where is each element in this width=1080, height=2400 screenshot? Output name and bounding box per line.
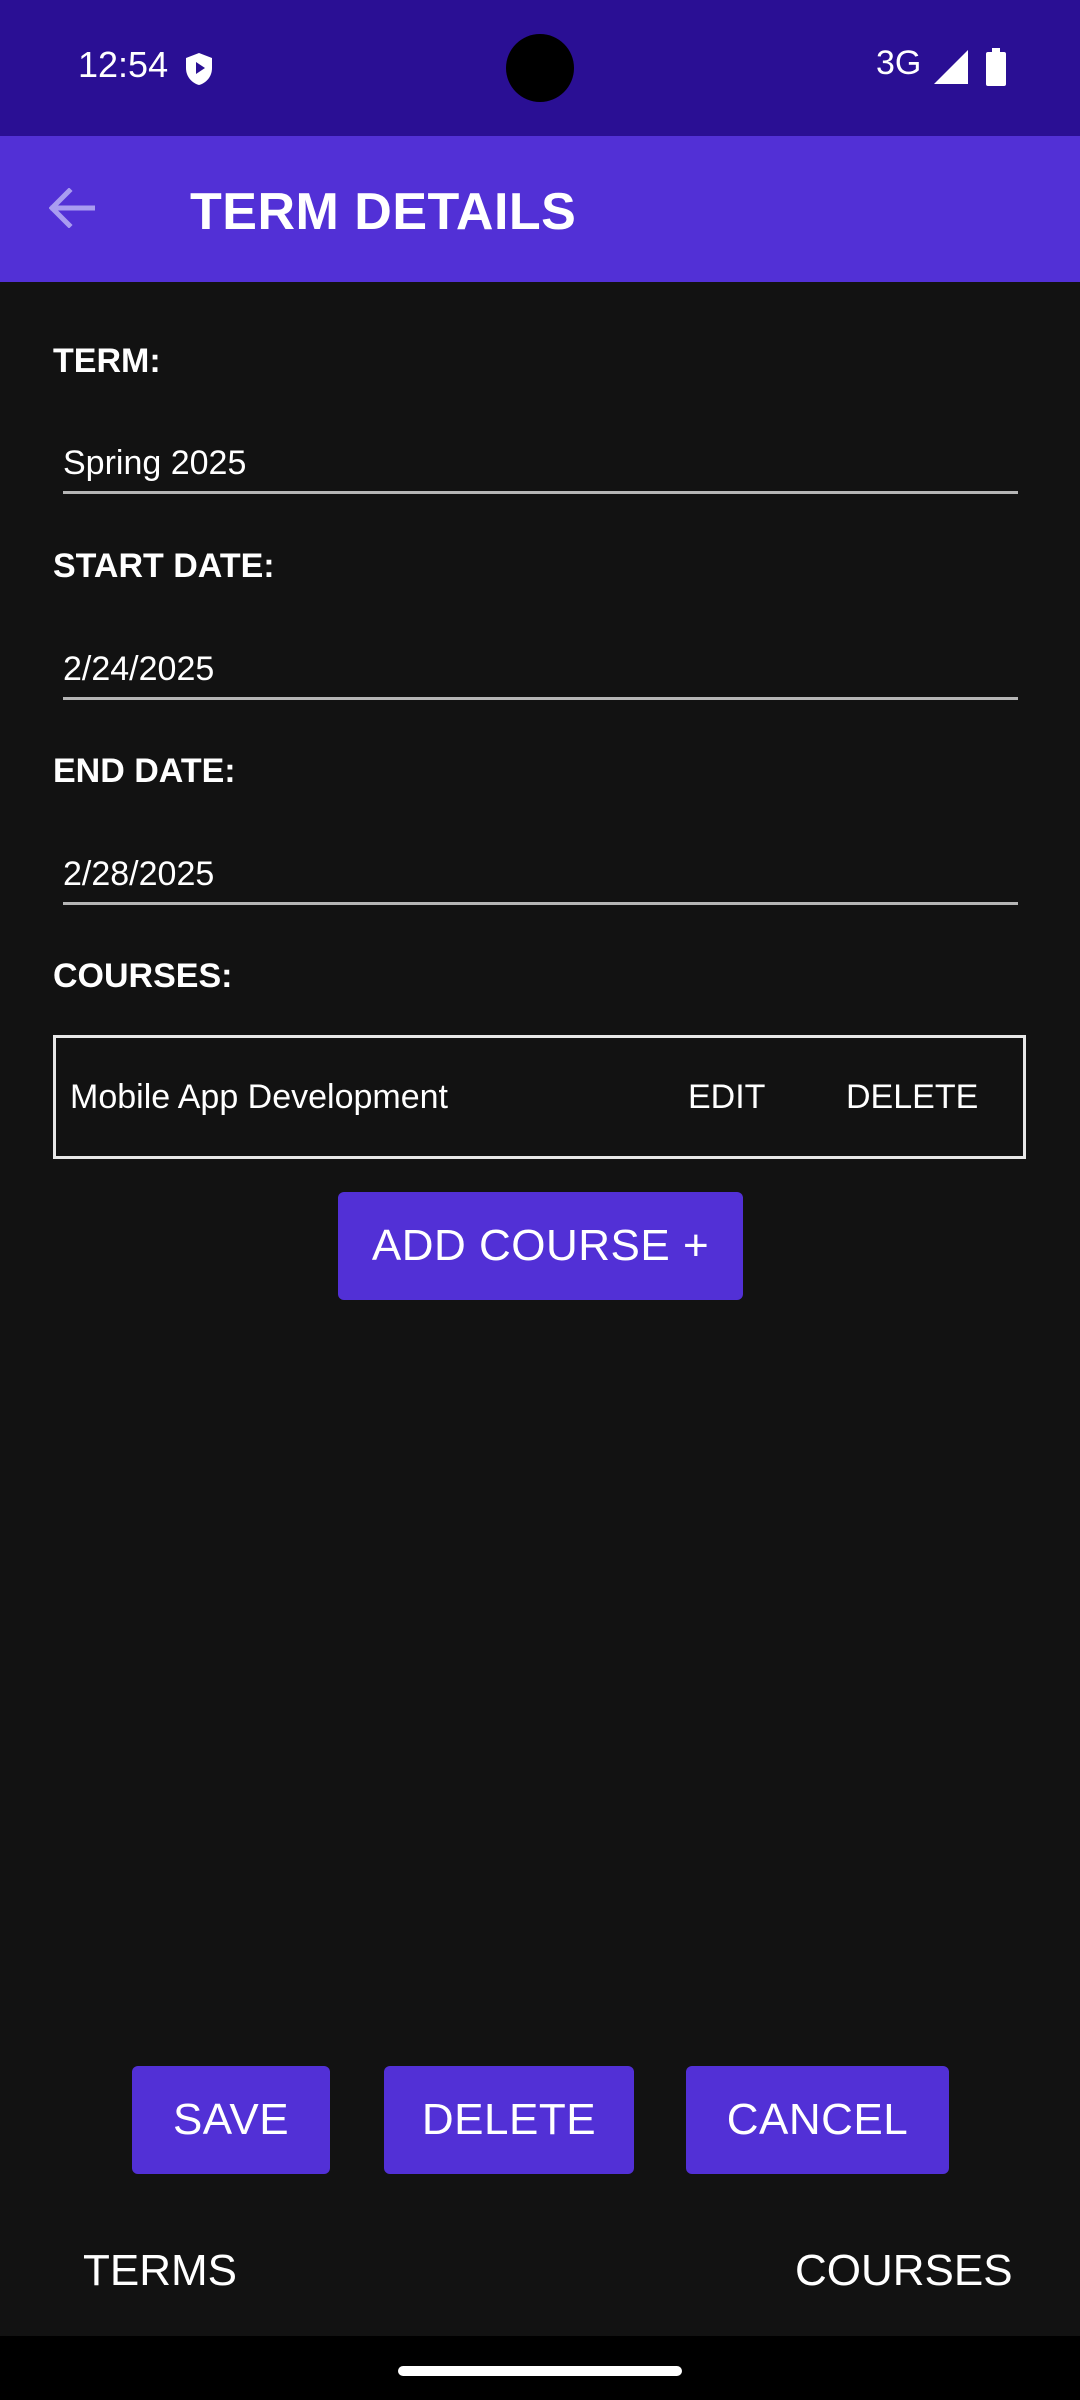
- nav-courses-link[interactable]: COURSES: [795, 2246, 1013, 2296]
- end-date-field[interactable]: [63, 833, 1018, 905]
- app-bar: TERM DETAILS: [0, 136, 1080, 282]
- status-time: 12:54: [78, 44, 169, 85]
- back-button[interactable]: [36, 172, 108, 244]
- add-course-button[interactable]: ADD COURSE +: [338, 1192, 743, 1300]
- end-date-label: END DATE:: [53, 752, 236, 790]
- term-label: TERM:: [53, 342, 161, 380]
- term-details-screen: 12:54 3G TERM DETAILS TERM: START DATE: …: [0, 0, 1080, 2400]
- home-gesture-handle[interactable]: [398, 2366, 682, 2376]
- course-edit-button[interactable]: EDIT: [688, 1078, 765, 1117]
- nav-terms-link[interactable]: TERMS: [83, 2246, 237, 2296]
- status-bar: 12:54 3G: [0, 0, 1080, 136]
- network-type: 3G: [876, 44, 922, 82]
- battery-icon: [986, 48, 1006, 86]
- course-name: Mobile App Development: [70, 1078, 449, 1116]
- cancel-button[interactable]: CANCEL: [686, 2066, 949, 2174]
- start-date-label: START DATE:: [53, 547, 275, 585]
- page-title: TERM DETAILS: [190, 183, 577, 241]
- start-date-field[interactable]: [63, 628, 1018, 700]
- arrow-back-icon: [49, 188, 95, 228]
- delete-term-button[interactable]: DELETE: [384, 2066, 634, 2174]
- save-button[interactable]: SAVE: [132, 2066, 330, 2174]
- course-list-item: Mobile App Development EDIT DELETE: [53, 1035, 1026, 1159]
- course-delete-button[interactable]: DELETE: [846, 1078, 978, 1117]
- shield-icon: [186, 53, 212, 85]
- camera-cutout: [506, 34, 574, 102]
- courses-label: COURSES:: [53, 957, 233, 995]
- signal-icon: [934, 50, 968, 84]
- term-field[interactable]: [63, 422, 1018, 494]
